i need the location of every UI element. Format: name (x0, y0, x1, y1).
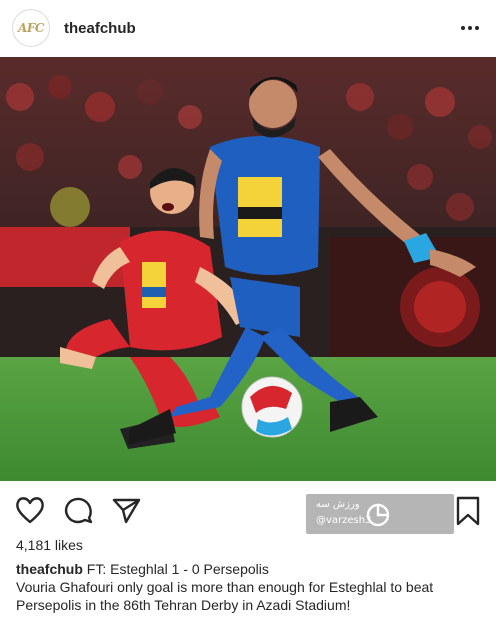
post-image[interactable] (0, 57, 496, 481)
avatar-logo-text: AFC (18, 21, 44, 35)
post-caption: theafchub FT: Esteghlal 1 - 0 Persepolis… (16, 560, 486, 614)
varzesh3-logo-icon (366, 503, 390, 527)
caption-username[interactable]: theafchub (16, 561, 83, 577)
likes-count[interactable]: 4,181 likes (16, 537, 83, 553)
bookmark-icon[interactable] (454, 496, 486, 528)
caption-body: Vouria Ghafouri only goal is more than e… (16, 579, 434, 613)
comment-icon[interactable] (62, 494, 94, 526)
heart-icon[interactable] (14, 494, 46, 526)
username-link[interactable]: theafchub (64, 20, 136, 37)
send-icon[interactable] (110, 494, 142, 526)
watermark-handle: @varzesh3 (316, 515, 372, 526)
watermark-arabic-text: ورزش سه (316, 499, 360, 510)
more-options-icon[interactable] (456, 14, 484, 42)
caption-score-line: FT: Esteghlal 1 - 0 Persepolis (86, 561, 269, 577)
post-header: AFC theafchub (0, 0, 496, 56)
avatar[interactable]: AFC (12, 9, 50, 47)
caption-first-line: theafchub FT: Esteghlal 1 - 0 Persepolis (16, 560, 486, 578)
varzesh3-watermark: ورزش سه @varzesh3 (306, 494, 454, 534)
